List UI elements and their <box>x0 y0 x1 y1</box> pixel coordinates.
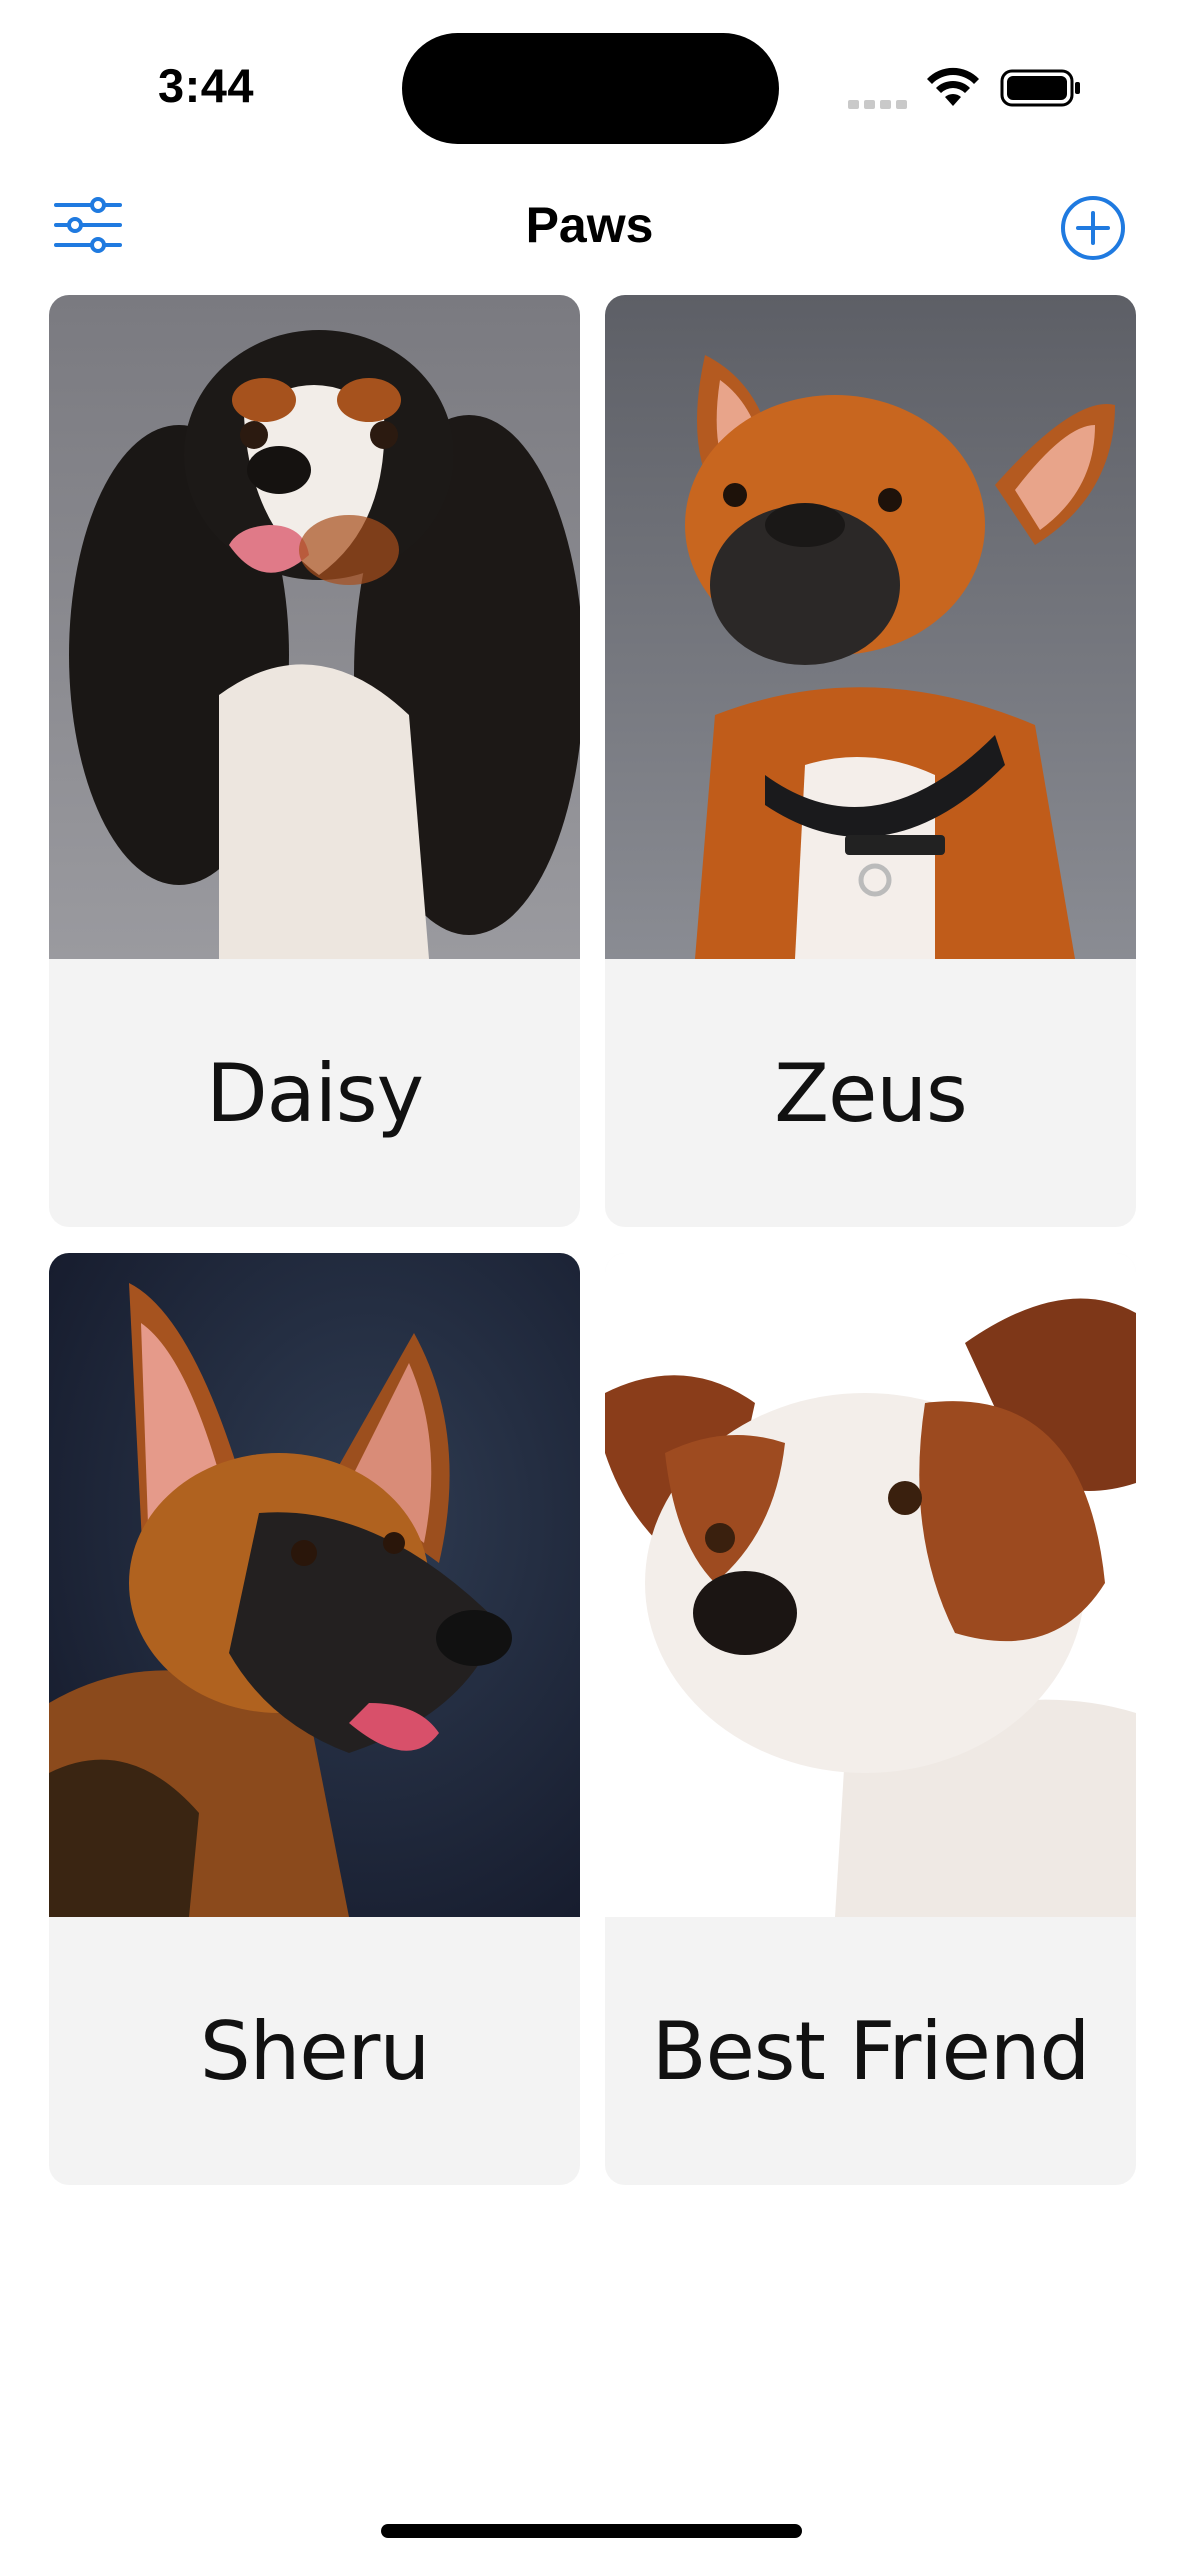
pet-photo-terrier <box>605 1253 1136 1917</box>
pet-name: Zeus <box>774 1046 967 1140</box>
wifi-icon <box>927 67 979 106</box>
pet-card-daisy[interactable]: Daisy <box>49 295 580 1227</box>
page-title: Paws <box>525 197 654 253</box>
pet-photo-spaniel <box>49 295 580 959</box>
cellular-signal-icon <box>848 96 912 114</box>
pet-card-sheru[interactable]: Sheru <box>49 1253 580 2185</box>
plus-circle-icon[interactable] <box>1060 195 1126 261</box>
pet-name: Best Friend <box>651 2004 1091 2098</box>
status-time: 3:44 <box>158 59 255 112</box>
pet-card-best-friend[interactable]: Best Friend <box>605 1253 1136 2185</box>
pet-card-zeus[interactable]: Zeus <box>605 295 1136 1227</box>
pet-name: Sheru <box>199 2004 430 2098</box>
battery-icon <box>1000 69 1080 107</box>
app-screen: 3:44 Paws Daisy Zeus Sheru Best Friend <box>0 0 1179 2556</box>
home-indicator[interactable] <box>381 2524 802 2538</box>
pet-name: Daisy <box>206 1046 424 1140</box>
dynamic-island <box>402 33 779 144</box>
pet-photo-bulldog <box>605 295 1136 959</box>
pet-photo-shepherd <box>49 1253 580 1917</box>
